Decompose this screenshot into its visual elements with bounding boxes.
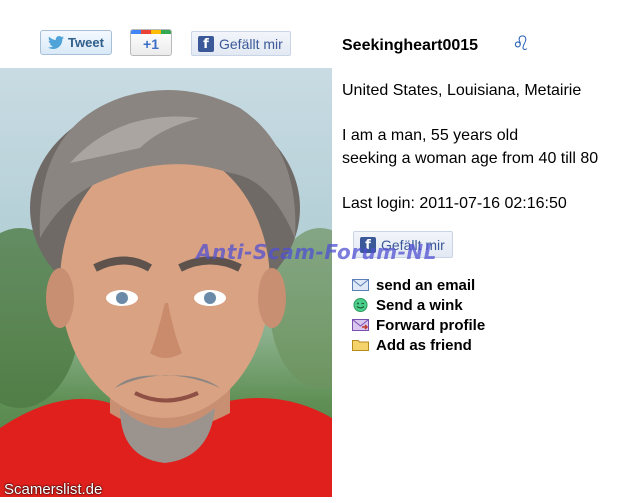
location-text: United States, Louisiana, Metairie — [342, 82, 582, 99]
zodiac-leo-icon: ♌ — [512, 31, 530, 55]
smiley-icon — [353, 298, 368, 312]
google-color-stripe — [131, 30, 171, 34]
add-friend-link[interactable]: Add as friend — [352, 335, 472, 355]
description-line-1: I am a man, 55 years old — [342, 127, 519, 144]
folder-icon — [352, 340, 369, 351]
google-plus-one-button[interactable]: +1 — [130, 29, 172, 56]
last-login: Last login: 2011-07-16 02:16:50 — [342, 195, 567, 212]
facebook-like-button[interactable]: f Gefällt mir — [191, 31, 291, 56]
tweet-label: Tweet — [68, 35, 104, 50]
send-wink-label: Send a wink — [376, 296, 463, 314]
like-label: Gefällt mir — [219, 35, 283, 52]
tweet-button[interactable]: Tweet — [40, 30, 112, 55]
description-line-2: seeking a woman age from 40 till 80 — [342, 150, 599, 167]
send-email-link[interactable]: send an email — [352, 275, 475, 295]
send-wink-link[interactable]: Send a wink — [352, 295, 463, 315]
forward-profile-link[interactable]: Forward profile — [352, 315, 485, 335]
portrait-illustration — [0, 90, 332, 497]
photo-credit: Scamerslist.de — [4, 481, 103, 498]
envelope-icon — [352, 279, 369, 291]
twitter-bird-icon — [48, 36, 65, 49]
username: Seekingheart0015 — [342, 37, 479, 54]
profile-photo — [0, 68, 332, 497]
send-email-label: send an email — [376, 276, 476, 294]
plus-one-label: +1 — [143, 36, 159, 52]
forward-profile-label: Forward profile — [376, 316, 486, 334]
facebook-icon: f — [198, 35, 214, 52]
add-friend-label: Add as friend — [376, 336, 472, 354]
watermark-text: Anti-Scam-Forum-NL — [196, 240, 437, 264]
forward-envelope-icon — [352, 319, 369, 331]
